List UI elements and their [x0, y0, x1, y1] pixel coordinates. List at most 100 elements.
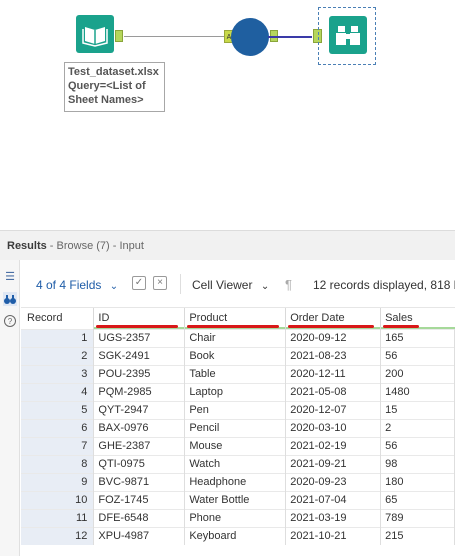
browse-tool[interactable] [329, 16, 367, 54]
product-cell[interactable]: Headphone [184, 472, 287, 491]
workflow-canvas[interactable]: A Test_dataset.xlsx Query=<List of Sheet… [0, 0, 455, 228]
fields-dropdown[interactable]: 4 of 4 Fields ⌄ [36, 278, 118, 292]
product-cell[interactable]: Laptop [184, 382, 287, 401]
id-cell[interactable]: QTI-0975 [93, 454, 186, 473]
input-output-anchor[interactable] [115, 30, 123, 42]
record-cell[interactable]: 9 [21, 472, 95, 491]
table-row[interactable]: 1 UGS-2357 Chair 2020-09-12 165 [21, 328, 455, 347]
id-cell[interactable]: XPU-4987 [93, 526, 186, 545]
product-cell[interactable]: Mouse [184, 436, 287, 455]
product-cell[interactable]: Watch [184, 454, 287, 473]
connection-line[interactable] [124, 36, 224, 37]
clear-icon[interactable]: × [153, 276, 167, 290]
order-date-cell[interactable]: 2021-05-08 [285, 382, 382, 401]
sales-cell[interactable]: 180 [380, 472, 455, 491]
sales-cell[interactable]: 165 [380, 328, 455, 347]
record-cell[interactable]: 3 [21, 364, 95, 383]
id-cell[interactable]: GHE-2387 [93, 436, 186, 455]
id-cell[interactable]: POU-2395 [93, 364, 186, 383]
id-cell[interactable]: PQM-2985 [93, 382, 186, 401]
column-header-sales[interactable]: Sales [380, 308, 455, 329]
column-header-id[interactable]: ID [93, 308, 186, 329]
sales-cell[interactable]: 98 [380, 454, 455, 473]
column-header-product[interactable]: Product [184, 308, 287, 329]
id-cell[interactable]: SGK-2491 [93, 346, 186, 365]
binoculars-icon [336, 26, 360, 45]
table-row[interactable]: 2 SGK-2491 Book 2021-08-23 56 [21, 346, 455, 365]
help-icon[interactable]: ? [3, 314, 17, 328]
checkbox-icon[interactable]: ✓ [132, 276, 146, 290]
order-date-cell[interactable]: 2020-09-23 [285, 472, 382, 491]
svg-text:?: ? [8, 317, 13, 326]
table-row[interactable]: 8 QTI-0975 Watch 2021-09-21 98 [21, 454, 455, 473]
binoculars-icon[interactable] [3, 292, 17, 306]
sales-cell[interactable]: 2 [380, 418, 455, 437]
table-row[interactable]: 6 BAX-0976 Pencil 2020-03-10 2 [21, 418, 455, 437]
product-cell[interactable]: Keyboard [184, 526, 287, 545]
record-cell[interactable]: 5 [21, 400, 95, 419]
column-header-sales-label: Sales [385, 312, 413, 325]
id-cell[interactable]: BAX-0976 [93, 418, 186, 437]
column-header-record[interactable]: Record [21, 308, 95, 329]
id-cell[interactable]: BVC-9871 [93, 472, 186, 491]
product-cell[interactable]: Book [184, 346, 287, 365]
sales-cell[interactable]: 15 [380, 400, 455, 419]
order-date-cell[interactable]: 2020-03-10 [285, 418, 382, 437]
id-cell[interactable]: DFE-6548 [93, 508, 186, 527]
selected-connection-line[interactable] [268, 36, 312, 38]
table-row[interactable]: 11 DFE-6548 Phone 2021-03-19 789 [21, 508, 455, 527]
table-row[interactable]: 7 GHE-2387 Mouse 2021-02-19 56 [21, 436, 455, 455]
order-date-cell[interactable]: 2020-09-12 [285, 328, 382, 347]
table-row[interactable]: 5 QYT-2947 Pen 2020-12-07 15 [21, 400, 455, 419]
record-cell[interactable]: 4 [21, 382, 95, 401]
order-date-cell[interactable]: 2021-09-21 [285, 454, 382, 473]
product-cell[interactable]: Water Bottle [184, 490, 287, 509]
records-status: 12 records displayed, 818 b [313, 278, 455, 292]
sales-cell[interactable]: 215 [380, 526, 455, 545]
sales-cell[interactable]: 65 [380, 490, 455, 509]
order-date-cell[interactable]: 2021-02-19 [285, 436, 382, 455]
list-icon[interactable]: ☰ [3, 270, 17, 284]
order-date-cell[interactable]: 2020-12-07 [285, 400, 382, 419]
product-cell[interactable]: Phone [184, 508, 287, 527]
table-row[interactable]: 3 POU-2395 Table 2020-12-11 200 [21, 364, 455, 383]
table-row[interactable]: 10 FOZ-1745 Water Bottle 2021-07-04 65 [21, 490, 455, 509]
record-cell[interactable]: 6 [21, 418, 95, 437]
selected-tool-circle[interactable] [231, 18, 269, 56]
column-header-order-date[interactable]: Order Date [285, 308, 382, 329]
product-cell[interactable]: Pencil [184, 418, 287, 437]
input-data-tool[interactable] [76, 15, 114, 53]
order-date-cell[interactable]: 2021-07-04 [285, 490, 382, 509]
record-cell[interactable]: 10 [21, 490, 95, 509]
record-cell[interactable]: 12 [21, 526, 95, 545]
sales-cell[interactable]: 56 [380, 436, 455, 455]
pilcrow-icon[interactable]: ¶ [285, 277, 292, 292]
sales-cell[interactable]: 789 [380, 508, 455, 527]
id-cell[interactable]: FOZ-1745 [93, 490, 186, 509]
table-row[interactable]: 12 XPU-4987 Keyboard 2021-10-21 215 [21, 526, 455, 545]
order-date-cell[interactable]: 2021-03-19 [285, 508, 382, 527]
order-date-cell[interactable]: 2021-10-21 [285, 526, 382, 545]
column-header-id-label: ID [98, 312, 110, 325]
record-cell[interactable]: 11 [21, 508, 95, 527]
product-cell[interactable]: Pen [184, 400, 287, 419]
cell-viewer-dropdown[interactable]: Cell Viewer ⌄ [192, 278, 269, 292]
id-cell[interactable]: QYT-2947 [93, 400, 186, 419]
product-cell[interactable]: Table [184, 364, 287, 383]
results-table-container[interactable]: Record ID Product Order Date Sales 1 UGS-… [21, 308, 455, 556]
record-cell[interactable]: 1 [21, 328, 95, 347]
sales-cell[interactable]: 1480 [380, 382, 455, 401]
record-cell[interactable]: 8 [21, 454, 95, 473]
sales-cell[interactable]: 56 [380, 346, 455, 365]
product-cell[interactable]: Chair [184, 328, 287, 347]
chevron-down-icon: ⌄ [109, 281, 119, 292]
results-subtitle: - Browse (7) - Input [46, 240, 144, 252]
id-cell[interactable]: UGS-2357 [93, 328, 186, 347]
record-cell[interactable]: 7 [21, 436, 95, 455]
record-cell[interactable]: 2 [21, 346, 95, 365]
table-row[interactable]: 9 BVC-9871 Headphone 2020-09-23 180 [21, 472, 455, 491]
order-date-cell[interactable]: 2021-08-23 [285, 346, 382, 365]
sales-cell[interactable]: 200 [380, 364, 455, 383]
order-date-cell[interactable]: 2020-12-11 [285, 364, 382, 383]
table-row[interactable]: 4 PQM-2985 Laptop 2021-05-08 1480 [21, 382, 455, 401]
